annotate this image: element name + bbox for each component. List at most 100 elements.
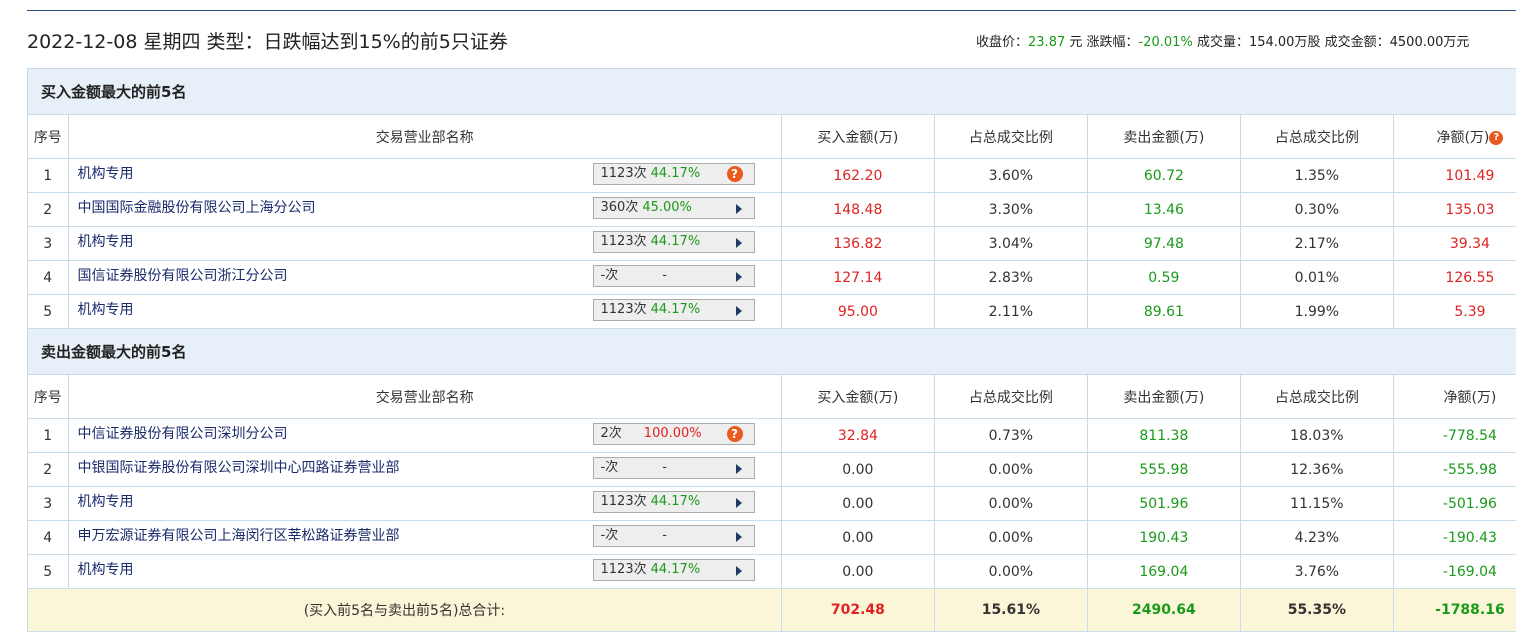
broker-name[interactable]: 机构专用 (78, 562, 134, 578)
net-amount: 126.55 (1392, 260, 1516, 295)
broker-stats-button[interactable]: 1123次 44.17% ? (592, 163, 755, 185)
times: 1123次 (600, 166, 647, 181)
broker-name[interactable]: 中国国际金融股份有限公司上海分公司 (78, 200, 316, 216)
net-amount: 5.39 (1392, 294, 1516, 329)
play-arrow-icon (735, 272, 742, 282)
buy-ratio: 0.73% (933, 418, 1088, 453)
broker-name[interactable]: 中银国际证券股份有限公司深圳中心四路证券营业部 (78, 460, 400, 476)
times: 1123次 (600, 234, 647, 249)
broker-cell: 中银国际证券股份有限公司深圳中心四路证券营业部 -次 - (67, 452, 782, 487)
net-amount: -190.43 (1392, 520, 1516, 555)
broker-cell: 中信证券股份有限公司深圳分公司 2次 100.00% ? (67, 418, 782, 453)
broker-cell: 机构专用 1123次 44.17% (67, 486, 782, 521)
sell-amount: 60.72 (1086, 158, 1241, 193)
sell-amount: 0.59 (1086, 260, 1241, 295)
sell-ratio: 1.99% (1239, 294, 1394, 329)
broker-cell: 国信证券股份有限公司浙江分公司 -次 - (67, 260, 782, 295)
broker-stats-button[interactable]: -次 - (592, 265, 755, 287)
broker-stats-button[interactable]: 360次 45.00% (592, 197, 755, 219)
sell-ratio: 2.17% (1239, 226, 1394, 261)
total-sell: 2490.64 (1086, 588, 1241, 632)
total-buy-ratio: 15.61% (933, 588, 1088, 632)
total-net: -1788.16 (1392, 588, 1516, 632)
play-arrow-icon (735, 204, 742, 214)
net-amount: -169.04 (1392, 554, 1516, 589)
broker-stats-button[interactable]: 1123次 44.17% (592, 491, 755, 513)
buy-ratio: 3.60% (933, 158, 1088, 193)
sell-top5-table: 卖出金额最大的前5名 序号 交易营业部名称 买入金额(万) 占总成交比例 卖出金… (27, 328, 1516, 632)
broker-stats-button[interactable]: 1123次 44.17% (592, 299, 755, 321)
buy-ratio: 0.00% (933, 520, 1088, 555)
row-index: 4 (27, 260, 69, 295)
table-row: 5 机构专用 1123次 44.17% 0.00 0.00% 169.04 3.7… (27, 554, 1516, 589)
times: 2次 (600, 426, 622, 441)
win-rate: 44.17% (650, 302, 701, 317)
broker-name[interactable]: 机构专用 (78, 234, 134, 250)
section-header: 卖出金额最大的前5名 (27, 328, 1516, 375)
broker-name[interactable]: 机构专用 (78, 302, 134, 318)
net-amount: -501.96 (1392, 486, 1516, 521)
broker-name[interactable]: 申万宏源证券有限公司上海闵行区莘松路证券营业部 (78, 528, 400, 544)
table-row: 2 中国国际金融股份有限公司上海分公司 360次 45.00% 148.48 3.… (27, 192, 1516, 227)
row-index: 4 (27, 520, 69, 555)
play-arrow-icon (735, 566, 742, 576)
col-index: 序号 (27, 374, 69, 419)
volume-label: 成交量： (1196, 35, 1249, 50)
sell-ratio: 11.15% (1239, 486, 1394, 521)
col-sell: 卖出金额(万) (1086, 374, 1241, 419)
row-index: 3 (27, 226, 69, 261)
help-icon[interactable]: ? (726, 426, 743, 442)
play-arrow-icon (735, 532, 742, 542)
volume-value: 154.00万股 (1248, 35, 1321, 50)
broker-name[interactable]: 中信证券股份有限公司深圳分公司 (78, 426, 288, 442)
help-icon[interactable]: ? (1489, 130, 1504, 145)
broker-stats-button[interactable]: 1123次 44.17% (592, 559, 755, 581)
buy-amount: 0.00 (780, 486, 935, 521)
broker-cell: 中国国际金融股份有限公司上海分公司 360次 45.00% (67, 192, 782, 227)
sell-amount: 97.48 (1086, 226, 1241, 261)
section-header: 买入金额最大的前5名 (27, 68, 1516, 115)
table-row: 3 机构专用 1123次 44.17% 136.82 3.04% 97.48 2.… (27, 226, 1516, 261)
col-net: 净额(万) (1392, 374, 1516, 419)
win-rate: 44.17% (650, 166, 701, 181)
play-arrow-icon (735, 498, 742, 508)
amount-label: 成交金额： (1324, 35, 1390, 50)
sell-amount: 501.96 (1086, 486, 1241, 521)
section-title: 卖出金额最大的前5名 (27, 328, 1516, 375)
help-icon[interactable]: ? (726, 166, 743, 182)
broker-stats-button[interactable]: 1123次 44.17% (592, 231, 755, 253)
broker-stats-button[interactable]: -次 - (592, 525, 755, 547)
row-index: 2 (27, 452, 69, 487)
stock-stats: 收盘价：23.87 元 涨跌幅：-20.01% 成交量：154.00万股 成交金… (976, 31, 1469, 50)
broker-name[interactable]: 机构专用 (78, 166, 134, 182)
col-buy-ratio: 占总成交比例 (933, 114, 1088, 159)
total-sell-ratio: 55.35% (1239, 588, 1394, 632)
win-rate: 45.00% (642, 200, 692, 215)
buy-amount: 136.82 (780, 226, 935, 261)
table-row: 3 机构专用 1123次 44.17% 0.00 0.00% 501.96 11.… (27, 486, 1516, 521)
row-index: 5 (27, 294, 69, 329)
table-row: 4 国信证券股份有限公司浙江分公司 -次 - 127.14 2.83% 0.59 … (27, 260, 1516, 295)
broker-name[interactable]: 国信证券股份有限公司浙江分公司 (78, 268, 288, 284)
win-rate: - (662, 528, 667, 543)
close-unit: 元 (1069, 35, 1083, 50)
net-amount: 135.03 (1392, 192, 1516, 227)
sell-amount: 89.61 (1086, 294, 1241, 329)
times: -次 (600, 528, 619, 543)
broker-name[interactable]: 机构专用 (78, 494, 134, 510)
broker-cell: 机构专用 1123次 44.17% (67, 226, 782, 261)
row-index: 2 (27, 192, 69, 227)
col-sell-ratio: 占总成交比例 (1239, 114, 1394, 159)
sell-ratio: 12.36% (1239, 452, 1394, 487)
broker-stats-button[interactable]: -次 - (592, 457, 755, 479)
buy-ratio: 3.30% (933, 192, 1088, 227)
sell-amount: 555.98 (1086, 452, 1241, 487)
buy-amount: 127.14 (780, 260, 935, 295)
net-amount: -778.54 (1392, 418, 1516, 453)
broker-stats-button[interactable]: 2次 100.00% ? (592, 423, 755, 445)
play-arrow-icon (735, 238, 742, 248)
buy-ratio: 3.04% (933, 226, 1088, 261)
change-label: 涨跌幅： (1086, 35, 1139, 50)
win-rate: - (662, 460, 667, 475)
top-divider (27, 10, 1516, 11)
